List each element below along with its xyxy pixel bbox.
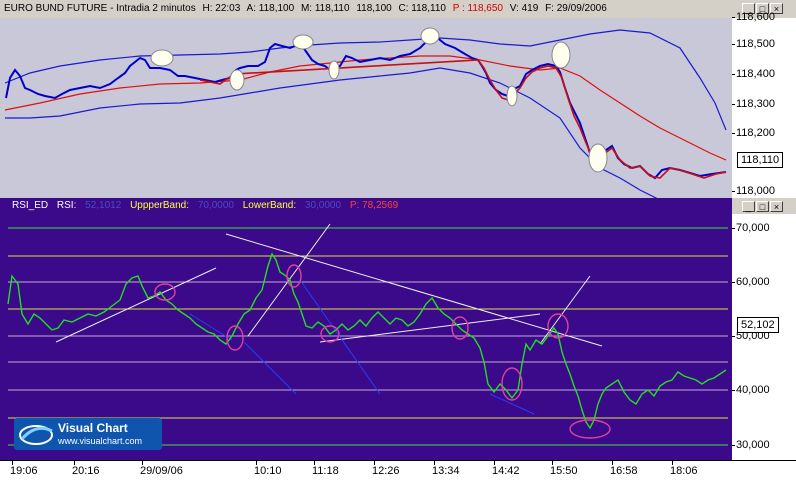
p-value: P : 118,650 xyxy=(452,3,503,14)
rsi-axis: 70,000 60,000 50,000 40,000 30,000 xyxy=(732,214,796,460)
highlight-circle xyxy=(150,49,174,67)
open-value: A: 118,100 xyxy=(246,3,295,14)
price-tick: 118,300 xyxy=(732,98,775,110)
current-price-label: 118,110 xyxy=(737,152,784,168)
highlight-circle xyxy=(506,85,518,107)
time-tick: 19:06 xyxy=(10,461,38,477)
volume-value: V: 419 xyxy=(509,3,539,14)
price-tick: 118,200 xyxy=(732,127,775,139)
rsi-header: RSI_ED RSI: 52,1012 UppperBand: 70,0000 … xyxy=(0,198,732,214)
minimize-button[interactable]: _ xyxy=(742,201,755,212)
time-tick: 15:50 xyxy=(550,461,578,477)
close-value: C: 118,110 xyxy=(398,3,446,14)
rsi-value: 52,1012 xyxy=(85,200,122,211)
rsi-window-controls: _ □ × xyxy=(742,201,783,212)
highlight-circle xyxy=(551,41,571,69)
logo-swoosh-icon xyxy=(19,425,53,445)
date-value: F: 29/09/2006 xyxy=(545,3,607,14)
rsi-p-value: P: 78,2569 xyxy=(349,200,399,211)
rsi-tick: 60,000 xyxy=(732,276,770,288)
time-tick: 16:58 xyxy=(610,461,638,477)
time-tick: 12:26 xyxy=(372,461,400,477)
upper-band-value: 70,0000 xyxy=(197,200,234,211)
chart-header: EURO BUND FUTURE - Intradia 2 minutos H:… xyxy=(0,0,732,18)
close-button[interactable]: × xyxy=(770,201,783,212)
rsi-label: RSI: xyxy=(56,200,77,211)
price-axis: 118,600 118,500 118,400 118,300 118,200 … xyxy=(732,11,796,198)
lower-band-value: 30,0000 xyxy=(304,200,342,211)
mid-value: M: 118,110 xyxy=(300,3,350,14)
time-tick: 18:06 xyxy=(670,461,698,477)
price-chart-bg xyxy=(0,18,732,198)
maximize-button[interactable]: □ xyxy=(756,201,769,212)
mid-value-2: 118,100 xyxy=(356,3,392,14)
rsi-tick: 40,000 xyxy=(732,384,770,396)
time-tick: 11:18 xyxy=(312,461,339,477)
time-tick: 10:10 xyxy=(254,461,282,477)
rsi-name: RSI_ED xyxy=(12,200,49,211)
upper-band-label: UppperBand: xyxy=(130,200,190,211)
price-chart[interactable] xyxy=(0,18,732,198)
highlight-circle xyxy=(328,60,340,80)
price-tick: 118,000 xyxy=(732,185,775,197)
time-tick: 20:16 xyxy=(72,461,100,477)
highlight-circle xyxy=(292,34,314,50)
highlight-circle xyxy=(420,27,440,45)
lower-band-label: LowerBand: xyxy=(242,200,297,211)
time-tick: 14:42 xyxy=(492,461,520,477)
price-tick: 118,600 xyxy=(732,11,775,23)
logo-url: www.visualchart.com xyxy=(58,436,143,446)
time-tick: 13:34 xyxy=(432,461,460,477)
time-tick: 29/09/06 xyxy=(140,461,183,477)
highlight-circle xyxy=(588,143,608,173)
rsi-tick: 70,000 xyxy=(732,222,770,234)
rsi-tick: 30,000 xyxy=(732,439,770,451)
instrument-title: EURO BUND FUTURE - Intradia 2 minutos xyxy=(4,3,196,14)
visual-chart-logo: Visual Chart www.visualchart.com xyxy=(14,418,162,450)
high-value: H: 22:03 xyxy=(202,3,241,14)
time-axis: 19:06 20:16 29/09/06 10:10 11:18 12:26 1… xyxy=(0,460,796,481)
current-rsi-label: 52,102 xyxy=(737,317,779,333)
highlight-circle xyxy=(229,69,245,91)
logo-brand: Visual Chart xyxy=(58,421,128,435)
price-tick: 118,400 xyxy=(732,68,775,80)
price-tick: 118,500 xyxy=(732,38,775,50)
